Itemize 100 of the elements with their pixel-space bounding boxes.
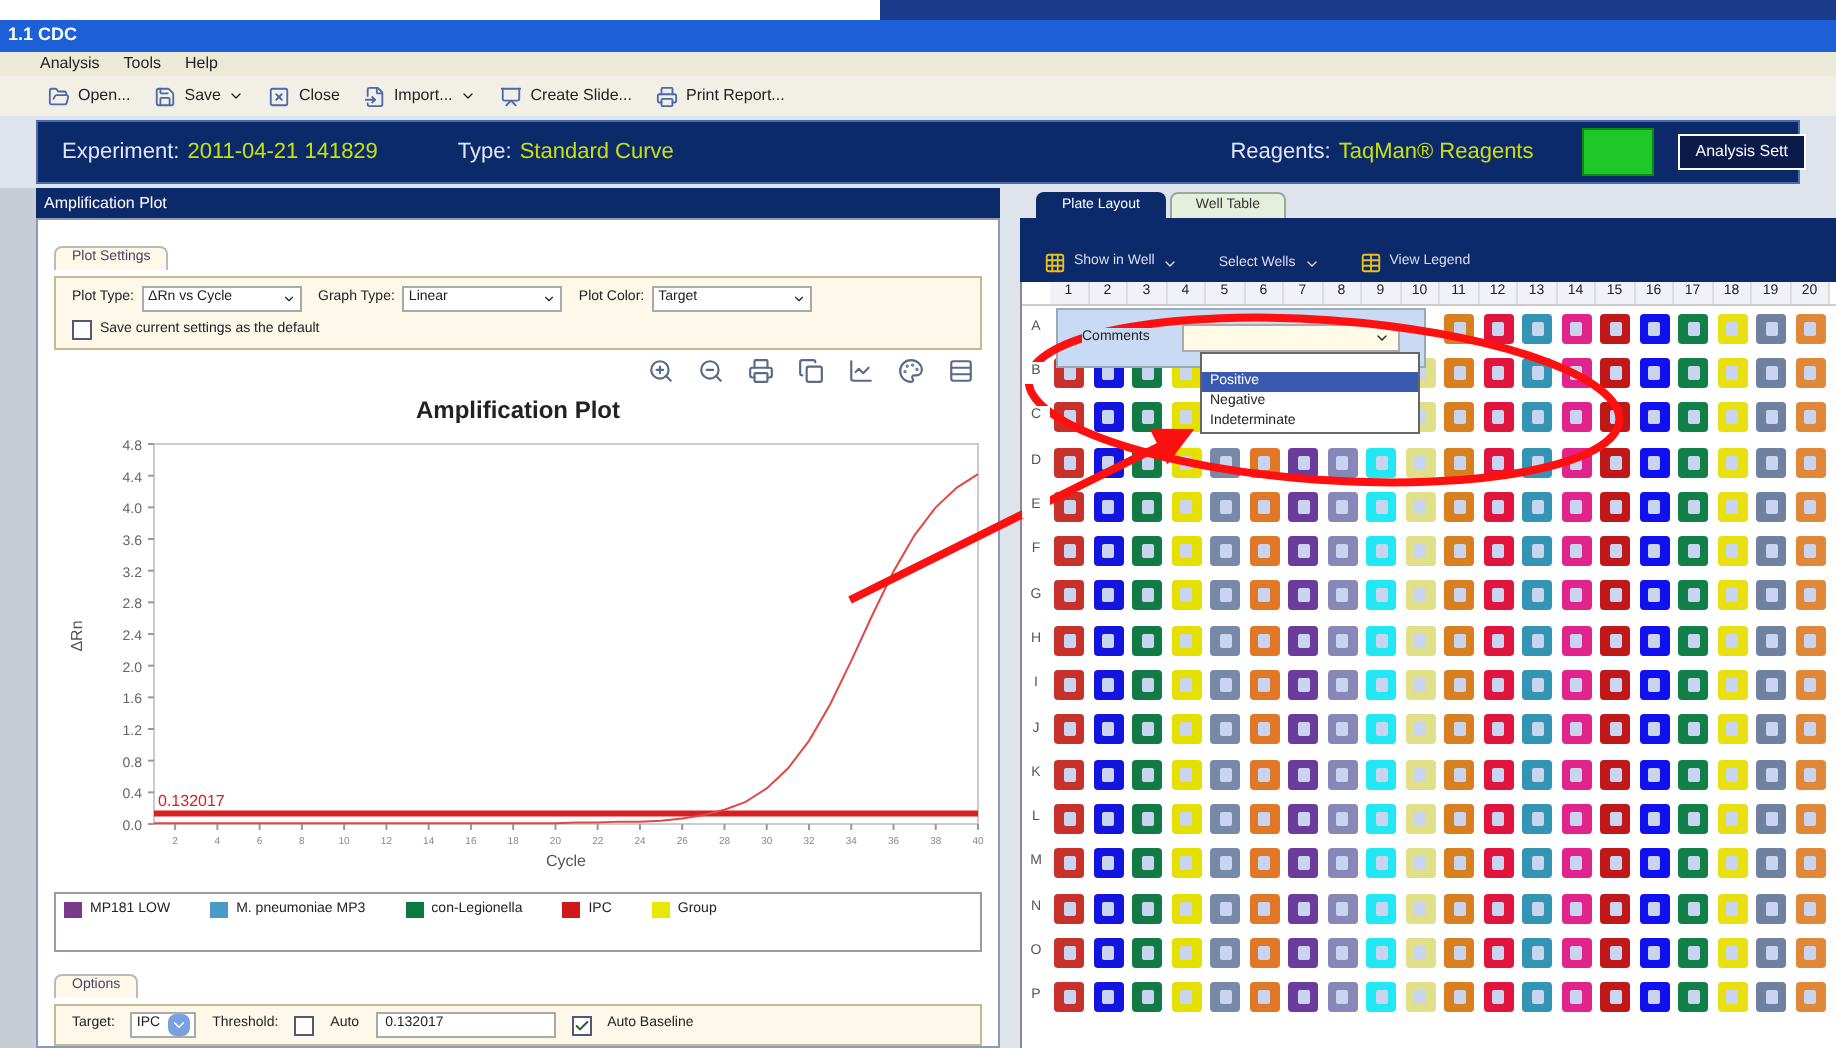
- well[interactable]: [1678, 670, 1709, 701]
- well[interactable]: [1561, 803, 1592, 834]
- well[interactable]: [1288, 580, 1319, 611]
- threshold-line[interactable]: [154, 810, 978, 817]
- well[interactable]: [1288, 893, 1319, 923]
- well[interactable]: [1483, 402, 1514, 433]
- well[interactable]: [1288, 937, 1319, 968]
- menu-item[interactable]: Analysis: [40, 52, 100, 76]
- well[interactable]: [1483, 803, 1514, 834]
- well[interactable]: [1054, 625, 1085, 656]
- well[interactable]: [1054, 803, 1085, 834]
- well[interactable]: [1093, 848, 1124, 879]
- well[interactable]: [1132, 402, 1163, 433]
- well[interactable]: [1678, 580, 1709, 611]
- well[interactable]: [1600, 848, 1631, 879]
- well[interactable]: [1483, 357, 1514, 388]
- well[interactable]: [1639, 313, 1670, 344]
- menu-item[interactable]: Help: [184, 52, 218, 76]
- well[interactable]: [1561, 714, 1592, 745]
- well[interactable]: [1093, 937, 1124, 968]
- print-icon[interactable]: [748, 358, 774, 384]
- palette-icon[interactable]: [898, 358, 924, 384]
- well[interactable]: [1600, 714, 1631, 745]
- well[interactable]: [1600, 536, 1631, 567]
- checkbox[interactable]: [571, 1015, 592, 1035]
- well[interactable]: [1093, 625, 1124, 656]
- well[interactable]: [1132, 893, 1163, 923]
- well[interactable]: [1678, 714, 1709, 745]
- well[interactable]: [1132, 670, 1163, 701]
- well[interactable]: [1639, 714, 1670, 745]
- well[interactable]: [1639, 491, 1670, 522]
- toolbar-button[interactable]: Print Report...: [655, 84, 785, 108]
- well[interactable]: [1132, 803, 1163, 834]
- well[interactable]: [1054, 580, 1085, 611]
- well[interactable]: [1483, 848, 1514, 879]
- well[interactable]: [1639, 759, 1670, 790]
- well[interactable]: [1678, 937, 1709, 968]
- well[interactable]: [1093, 580, 1124, 611]
- well[interactable]: [1639, 937, 1670, 968]
- well[interactable]: [1327, 447, 1358, 478]
- well[interactable]: [1639, 625, 1670, 656]
- well[interactable]: [1288, 714, 1319, 745]
- well[interactable]: [1600, 759, 1631, 790]
- well[interactable]: [1093, 491, 1124, 522]
- well[interactable]: [1639, 848, 1670, 879]
- toolbar-button[interactable]: Close: [268, 84, 340, 108]
- checkbox[interactable]: [294, 1015, 315, 1035]
- well[interactable]: [1678, 759, 1709, 790]
- well[interactable]: [1054, 937, 1085, 968]
- well[interactable]: [1639, 536, 1670, 567]
- well[interactable]: [1093, 402, 1124, 433]
- well[interactable]: [1600, 937, 1631, 968]
- well[interactable]: [1600, 982, 1631, 1013]
- rows-icon[interactable]: [948, 358, 974, 384]
- well[interactable]: [1639, 357, 1670, 388]
- well[interactable]: [1561, 982, 1592, 1013]
- well[interactable]: [1639, 670, 1670, 701]
- well[interactable]: [1093, 893, 1124, 923]
- well[interactable]: [1639, 580, 1670, 611]
- well[interactable]: [1483, 536, 1514, 567]
- toolbar-button[interactable]: Save: [154, 84, 245, 108]
- well[interactable]: [1561, 491, 1592, 522]
- toolbar-button[interactable]: Open...: [48, 84, 131, 108]
- well[interactable]: [1054, 670, 1085, 701]
- status-button[interactable]: [1581, 128, 1654, 176]
- well[interactable]: [1288, 982, 1319, 1013]
- well[interactable]: [1132, 937, 1163, 968]
- well[interactable]: [1600, 357, 1631, 388]
- well[interactable]: [1561, 580, 1592, 611]
- well[interactable]: [1171, 402, 1202, 433]
- zoom-in-icon[interactable]: [648, 358, 674, 384]
- well[interactable]: [1678, 982, 1709, 1013]
- well[interactable]: [1132, 491, 1163, 522]
- well[interactable]: [1639, 402, 1670, 433]
- well[interactable]: [1600, 893, 1631, 923]
- well[interactable]: [1093, 536, 1124, 567]
- well[interactable]: [1483, 491, 1514, 522]
- well[interactable]: [1288, 625, 1319, 656]
- well[interactable]: [1054, 848, 1085, 879]
- well[interactable]: [1483, 625, 1514, 656]
- well[interactable]: [1600, 670, 1631, 701]
- menu-item[interactable]: Tools: [123, 52, 161, 76]
- well[interactable]: [1600, 625, 1631, 656]
- well[interactable]: [1054, 982, 1085, 1013]
- well[interactable]: [1054, 893, 1085, 923]
- well[interactable]: [1678, 447, 1709, 478]
- zoom-out-icon[interactable]: [698, 358, 724, 384]
- well[interactable]: [1678, 313, 1709, 344]
- well[interactable]: [1288, 491, 1319, 522]
- well[interactable]: [1678, 893, 1709, 923]
- dropdown-field[interactable]: [1181, 324, 1400, 352]
- well[interactable]: [1639, 803, 1670, 834]
- well[interactable]: [1093, 982, 1124, 1013]
- well[interactable]: [1288, 759, 1319, 790]
- analysis-settings-button[interactable]: Analysis Sett: [1677, 134, 1806, 170]
- copy-icon[interactable]: [798, 358, 824, 384]
- well[interactable]: [1678, 402, 1709, 433]
- well[interactable]: [1054, 447, 1085, 478]
- well[interactable]: [1600, 447, 1631, 478]
- well[interactable]: [1561, 625, 1592, 656]
